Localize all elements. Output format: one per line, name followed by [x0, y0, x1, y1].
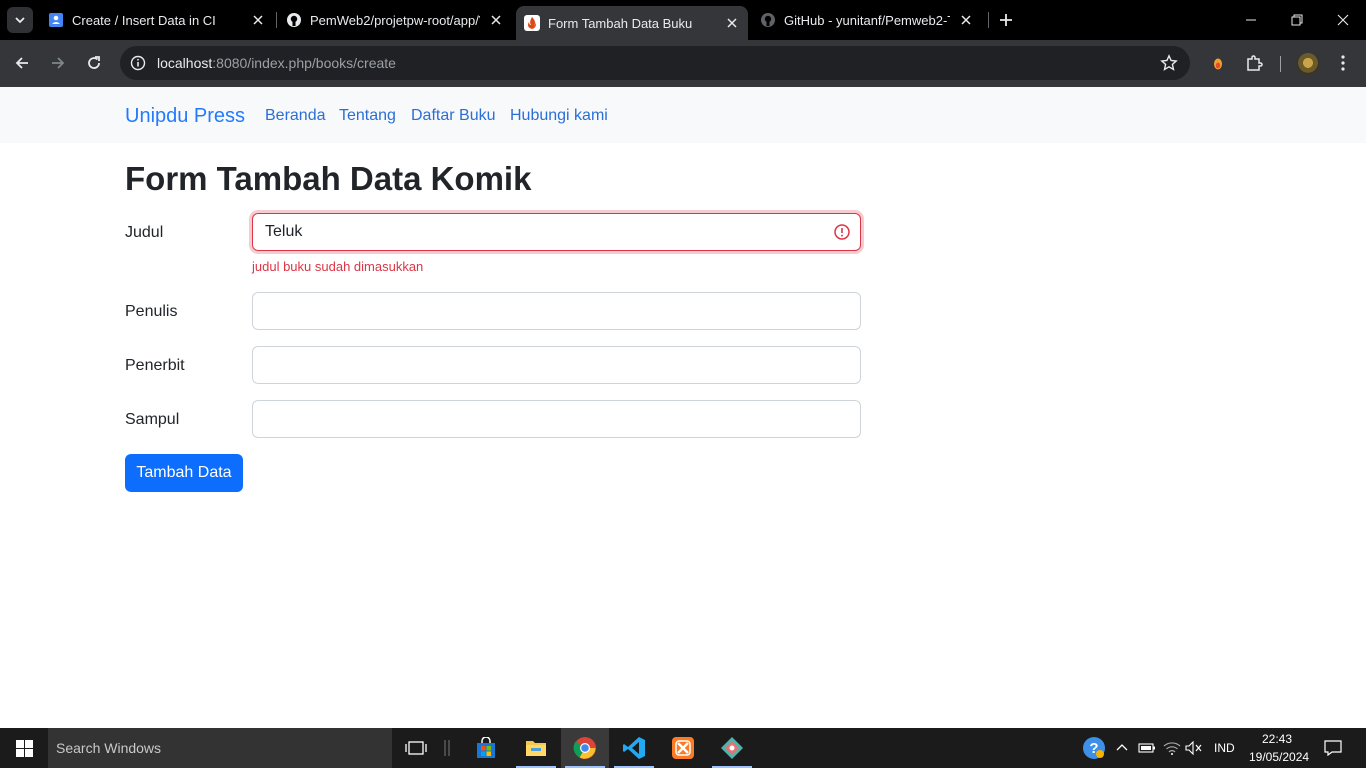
navbar-brand[interactable]: Unipdu Press: [125, 105, 245, 128]
sampul-label: Sampul: [125, 411, 180, 428]
new-tab-button[interactable]: [996, 10, 1016, 30]
taskbar-microsoft-store[interactable]: [462, 728, 510, 768]
arrow-left-icon: [15, 57, 28, 69]
tab-separator: [276, 12, 277, 28]
browser-toolbar: localhost:8080/index.php/books/create: [0, 40, 1366, 87]
restore-icon: [1291, 14, 1303, 26]
forward-button[interactable]: [46, 51, 70, 75]
address-path: :8080/index.php/books/create: [212, 55, 396, 71]
github-icon: [286, 12, 302, 28]
xampp-icon: [672, 737, 694, 759]
taskbar-xampp[interactable]: [659, 728, 707, 768]
taskbar-file-explorer[interactable]: [512, 728, 560, 768]
site-navbar: Unipdu Press Beranda Tentang Daftar Buku…: [0, 87, 1366, 143]
nav-link-beranda[interactable]: Beranda: [265, 107, 326, 125]
store-icon: [477, 737, 495, 758]
sampul-input[interactable]: [252, 400, 861, 438]
codeigniter-icon: [524, 15, 540, 31]
reload-button[interactable]: [82, 51, 106, 75]
close-icon[interactable]: [958, 12, 974, 28]
minimize-icon: [1246, 19, 1256, 21]
toolbar-divider: [1280, 56, 1281, 72]
close-icon[interactable]: [488, 12, 504, 28]
tab-title: GitHub - yunitanf/Pemweb2-Tu: [784, 12, 950, 28]
wifi-icon[interactable]: [1162, 738, 1182, 758]
help-icon[interactable]: ?: [1082, 736, 1106, 760]
taskbar-git-app[interactable]: [708, 728, 756, 768]
tab-search-button[interactable]: [7, 7, 33, 33]
chevron-down-icon: [15, 17, 25, 24]
penerbit-label: Penerbit: [125, 357, 185, 374]
puzzle-icon: [1247, 55, 1263, 71]
tab-title: Create / Insert Data in CI: [72, 12, 216, 28]
vscode-icon: [623, 737, 645, 759]
tab-title: Form Tambah Data Buku: [548, 15, 693, 31]
tab-create-insert-data[interactable]: Create / Insert Data in CI: [44, 0, 274, 40]
extension-flame-icon: [1214, 58, 1222, 70]
site-info-icon[interactable]: [130, 55, 146, 71]
plus-icon: [1000, 14, 1012, 26]
windows-logo-icon: [15, 739, 33, 757]
volume-muted-icon[interactable]: [1184, 738, 1204, 758]
notification-center-button[interactable]: [1322, 738, 1344, 758]
address-host: localhost: [157, 55, 213, 71]
penulis-label: Penulis: [125, 303, 178, 320]
nav-link-daftar-buku[interactable]: Daftar Buku: [411, 107, 495, 125]
folder-icon: [526, 741, 546, 756]
arrow-right-icon: [52, 57, 65, 69]
task-view-button[interactable]: [392, 728, 440, 768]
error-icon: [834, 224, 850, 240]
penulis-input[interactable]: [252, 292, 861, 330]
chevron-up-icon[interactable]: [1112, 738, 1132, 758]
browser-menu-button[interactable]: [1331, 51, 1355, 75]
bookmark-star-icon[interactable]: [1160, 54, 1178, 72]
tab-title: PemWeb2/projetpw-root/app/V: [310, 12, 480, 28]
page-title: Form Tambah Data Komik: [125, 160, 532, 197]
more-vert-icon: [1341, 55, 1345, 71]
back-button[interactable]: [10, 51, 34, 75]
taskbar-chrome[interactable]: [561, 728, 609, 768]
address-bar[interactable]: localhost:8080/index.php/books/create: [120, 46, 1190, 80]
close-icon: [1337, 14, 1349, 26]
close-window-button[interactable]: [1320, 0, 1366, 40]
reload-icon: [88, 56, 100, 69]
judul-input[interactable]: [252, 213, 861, 251]
browser-tab-strip: Create / Insert Data in CI PemWeb2/proje…: [0, 0, 1366, 40]
nav-link-hubungi-kami[interactable]: Hubungi kami: [510, 107, 608, 125]
git-kraken-icon: [721, 737, 743, 759]
language-indicator[interactable]: IND: [1214, 741, 1235, 755]
taskbar-divider: [440, 728, 454, 768]
battery-icon[interactable]: [1137, 738, 1157, 758]
restore-button[interactable]: [1274, 0, 1320, 40]
penerbit-input[interactable]: [252, 346, 861, 384]
notification-icon: [1324, 740, 1342, 756]
close-icon[interactable]: [724, 15, 740, 31]
google-docs-icon: [48, 12, 64, 28]
clock-date[interactable]: 19/05/2024: [1249, 750, 1309, 764]
clock-time[interactable]: 22:43: [1262, 732, 1292, 746]
tambah-data-button[interactable]: Tambah Data: [125, 454, 243, 492]
github-icon: [760, 12, 776, 28]
taskbar-search[interactable]: Search Windows: [48, 728, 392, 768]
taskbar-search-placeholder: Search Windows: [56, 740, 162, 756]
task-view-icon: [405, 741, 427, 755]
extensions-menu-button[interactable]: [1242, 51, 1266, 75]
profile-avatar[interactable]: [1297, 53, 1319, 75]
tab-separator: [988, 12, 989, 28]
chrome-icon: [573, 737, 596, 759]
judul-error-message: judul buku sudah dimasukkan: [252, 259, 424, 274]
tab-github-yunitanf[interactable]: GitHub - yunitanf/Pemweb2-Tu: [756, 0, 982, 40]
extension-button[interactable]: [1206, 51, 1230, 75]
address-url: localhost:8080/index.php/books/create: [157, 55, 396, 71]
windows-taskbar: Search Windows ? IND 22:43 19/05/2024: [0, 728, 1366, 768]
nav-link-tentang[interactable]: Tentang: [339, 107, 396, 125]
start-button[interactable]: [0, 728, 48, 768]
tab-form-tambah-data-buku[interactable]: Form Tambah Data Buku: [516, 6, 748, 40]
minimize-button[interactable]: [1228, 0, 1274, 40]
tab-pemweb2-repo[interactable]: PemWeb2/projetpw-root/app/V: [282, 0, 512, 40]
close-icon[interactable]: [250, 12, 266, 28]
judul-label: Judul: [125, 224, 164, 241]
taskbar-vscode[interactable]: [610, 728, 658, 768]
